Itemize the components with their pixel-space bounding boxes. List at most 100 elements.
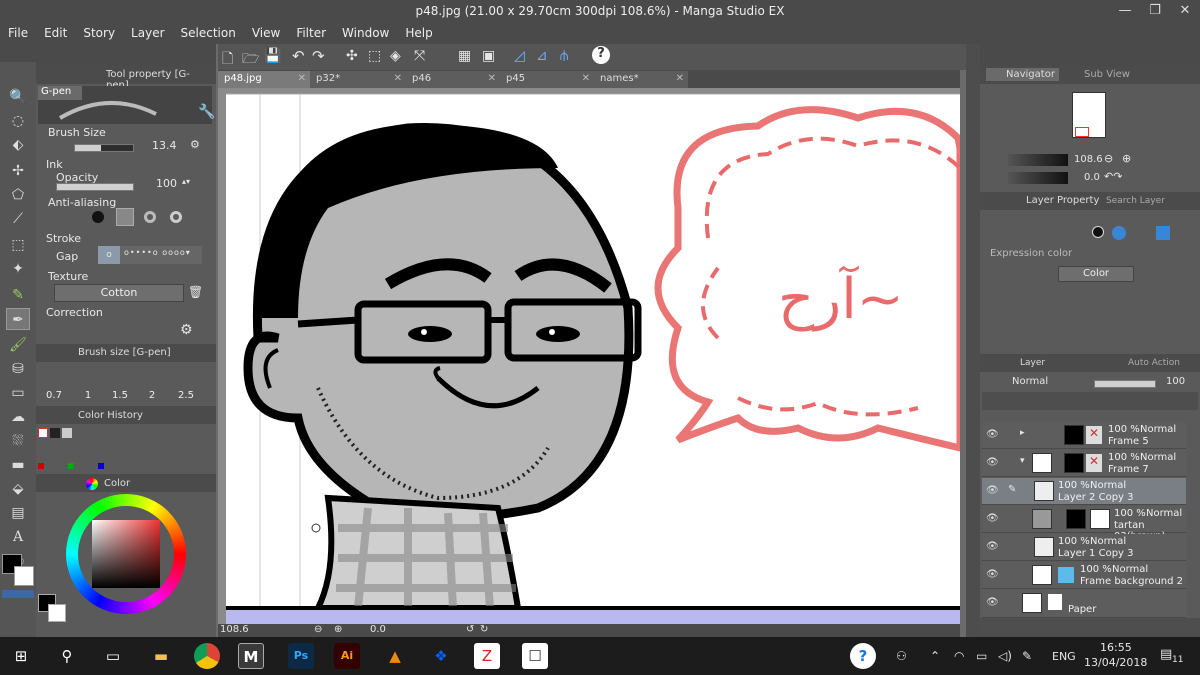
bucket-tool-icon[interactable]: ⬙ bbox=[6, 478, 30, 500]
wifi-icon[interactable]: ◠ bbox=[954, 649, 964, 663]
expression-color-select[interactable]: Color bbox=[1058, 266, 1134, 282]
tab-p48[interactable]: p48.jpg ✕ bbox=[218, 71, 310, 88]
tab-layer[interactable]: Layer bbox=[1020, 358, 1045, 368]
crop-icon[interactable]: ▣ bbox=[482, 48, 495, 64]
clock-date[interactable]: 13/04/2018 bbox=[1084, 656, 1147, 669]
aa-middle-icon[interactable] bbox=[144, 211, 156, 223]
brush-size-value[interactable]: 13.4 bbox=[152, 139, 177, 152]
grid-snap-icon[interactable]: ⫛ bbox=[560, 48, 568, 64]
layer-color-icon[interactable] bbox=[1156, 226, 1170, 240]
zoom-out-icon[interactable]: ⊖ bbox=[314, 624, 322, 635]
brush-size-preset[interactable]: 1.5 bbox=[104, 390, 136, 401]
tab-p46[interactable]: p46 ✕ bbox=[406, 71, 500, 88]
redo-icon[interactable]: ↷ bbox=[312, 47, 325, 65]
vlc-icon[interactable]: ▲ bbox=[382, 643, 408, 669]
history-swatch[interactable] bbox=[50, 428, 60, 438]
eraser-tool-icon[interactable]: ▭ bbox=[6, 382, 30, 404]
tab-auto-action[interactable]: Auto Action bbox=[1128, 358, 1180, 368]
language-indicator[interactable]: ENG bbox=[1052, 650, 1076, 663]
navigator-zoom[interactable]: 108.6 bbox=[1074, 154, 1103, 165]
eye-icon[interactable]: 👁 bbox=[986, 485, 1000, 496]
zoom-in-icon[interactable]: ⊕ bbox=[334, 624, 342, 635]
opacity-slider[interactable] bbox=[56, 183, 134, 191]
aa-none-icon[interactable] bbox=[92, 211, 104, 223]
sub-color-swatch[interactable] bbox=[14, 566, 34, 586]
tab-subview[interactable]: Sub View bbox=[1068, 69, 1130, 80]
brush-size-preset[interactable]: 2 bbox=[136, 390, 168, 401]
rotation-slider[interactable] bbox=[1008, 172, 1068, 184]
grid-icon[interactable]: ▦ bbox=[458, 48, 471, 64]
menu-file[interactable]: File bbox=[0, 24, 36, 40]
canvas-area[interactable]: آرح~ bbox=[218, 88, 960, 624]
special-ruler-icon[interactable]: ⊿ bbox=[536, 48, 548, 64]
menu-layer[interactable]: Layer bbox=[123, 24, 172, 40]
wrench-icon[interactable]: 🔧 bbox=[198, 104, 215, 120]
undo-icon[interactable]: ↶ bbox=[292, 47, 305, 65]
menu-selection[interactable]: Selection bbox=[173, 24, 244, 40]
tab-p45[interactable]: p45 ✕ bbox=[500, 71, 594, 88]
people-icon[interactable]: ⚇ bbox=[896, 649, 907, 663]
open-file-icon[interactable]: 🗁 bbox=[242, 48, 259, 72]
expression-gray-icon[interactable] bbox=[1092, 226, 1104, 238]
history-swatch[interactable] bbox=[38, 428, 48, 438]
selection-tool-icon[interactable]: ⬚ bbox=[6, 234, 30, 256]
illustrator-icon[interactable]: Ai bbox=[334, 643, 360, 669]
minimize-button[interactable]: — bbox=[1110, 0, 1140, 22]
windows-start-icon[interactable]: ⊞ bbox=[8, 643, 34, 669]
manga-studio-icon[interactable]: M bbox=[238, 643, 264, 669]
pen-tray-icon[interactable]: ✎ bbox=[1022, 649, 1032, 663]
tab-navigator[interactable]: Navigator bbox=[986, 68, 1059, 81]
save-icon[interactable]: 💾 bbox=[264, 48, 281, 64]
expand-icon[interactable]: ▸ bbox=[1020, 428, 1025, 438]
figure-tool-icon[interactable]: ▬ bbox=[6, 454, 30, 476]
tab-search-layer[interactable]: Search Layer bbox=[1106, 196, 1165, 206]
zoom-slider[interactable] bbox=[1008, 154, 1068, 166]
maximize-button[interactable]: ❐ bbox=[1140, 0, 1170, 22]
battery-icon[interactable]: ▭ bbox=[976, 649, 987, 663]
transparent-color-swatch[interactable] bbox=[2, 590, 34, 598]
expression-color-icon[interactable] bbox=[1112, 226, 1126, 240]
fill-tool-icon[interactable]: ⛆ bbox=[6, 430, 30, 452]
tab-p32[interactable]: p32* ✕ bbox=[310, 71, 406, 88]
brush-size-preset[interactable]: 1 bbox=[72, 390, 104, 401]
aa-weak-icon[interactable] bbox=[116, 208, 134, 226]
rotate-right-icon[interactable]: ↻ bbox=[480, 624, 488, 635]
pressure-icon[interactable]: ⚙ bbox=[190, 138, 200, 151]
help-icon[interactable]: ? bbox=[592, 46, 610, 64]
saturation-square[interactable] bbox=[92, 520, 160, 588]
layer-row[interactable]: 👁 ✎ 100 % Normal Layer 2 Copy 3 bbox=[982, 478, 1186, 505]
brush-size-slider[interactable] bbox=[74, 144, 134, 152]
layer-opacity-value[interactable]: 100 bbox=[1166, 376, 1185, 387]
close-button[interactable]: ✕ bbox=[1170, 0, 1200, 22]
photoshop-icon[interactable]: Ps bbox=[288, 643, 314, 669]
tab-layer-property[interactable]: Layer Property bbox=[1026, 195, 1099, 206]
ruler-snap-icon[interactable]: ◿ bbox=[514, 48, 525, 64]
brush-size-preset[interactable]: 0.7 bbox=[38, 390, 70, 401]
navigator-zoom-in-icon[interactable]: ⊕ bbox=[1122, 152, 1131, 165]
g-pen-tool-icon[interactable]: ✒ bbox=[6, 308, 30, 330]
menu-view[interactable]: View bbox=[244, 24, 288, 40]
settings-icon[interactable]: ⚙ bbox=[180, 322, 193, 338]
navigator-rotation[interactable]: 0.0 bbox=[1084, 172, 1100, 183]
blend-tool-icon[interactable]: ☁ bbox=[6, 406, 30, 428]
opacity-value[interactable]: 100 bbox=[156, 177, 177, 190]
gap-options[interactable]: o o••••o oooo▾ bbox=[98, 246, 202, 264]
new-file-icon[interactable]: 🗋 bbox=[222, 48, 233, 72]
file-explorer-icon[interactable]: ▬ bbox=[148, 643, 174, 669]
volume-icon[interactable]: ◁) bbox=[998, 649, 1012, 663]
gap-small-icon[interactable]: o bbox=[98, 246, 120, 264]
eye-icon[interactable]: 👁 bbox=[986, 541, 1000, 552]
aa-strong-icon[interactable] bbox=[170, 211, 182, 223]
texture-select[interactable]: Cotton bbox=[54, 284, 184, 302]
clock-time[interactable]: 16:55 bbox=[1100, 641, 1132, 654]
zoom-level[interactable]: 108.6 bbox=[220, 624, 249, 635]
navigator-zoom-out-icon[interactable]: ⊖ bbox=[1104, 152, 1113, 165]
layer-row[interactable]: 👁 100 % Normal tartan 03(brown) bbox=[982, 506, 1186, 542]
task-view-icon[interactable]: ▭ bbox=[100, 643, 126, 669]
move-tool-icon[interactable]: ✢ bbox=[6, 160, 30, 182]
layer-opacity-slider[interactable] bbox=[1094, 380, 1156, 388]
history-swatch[interactable] bbox=[98, 463, 104, 469]
history-swatch[interactable] bbox=[38, 463, 44, 469]
spinner-icon[interactable]: ▴▾ bbox=[182, 177, 190, 186]
eyedropper-tool-icon[interactable]: ⟋ bbox=[6, 208, 30, 230]
